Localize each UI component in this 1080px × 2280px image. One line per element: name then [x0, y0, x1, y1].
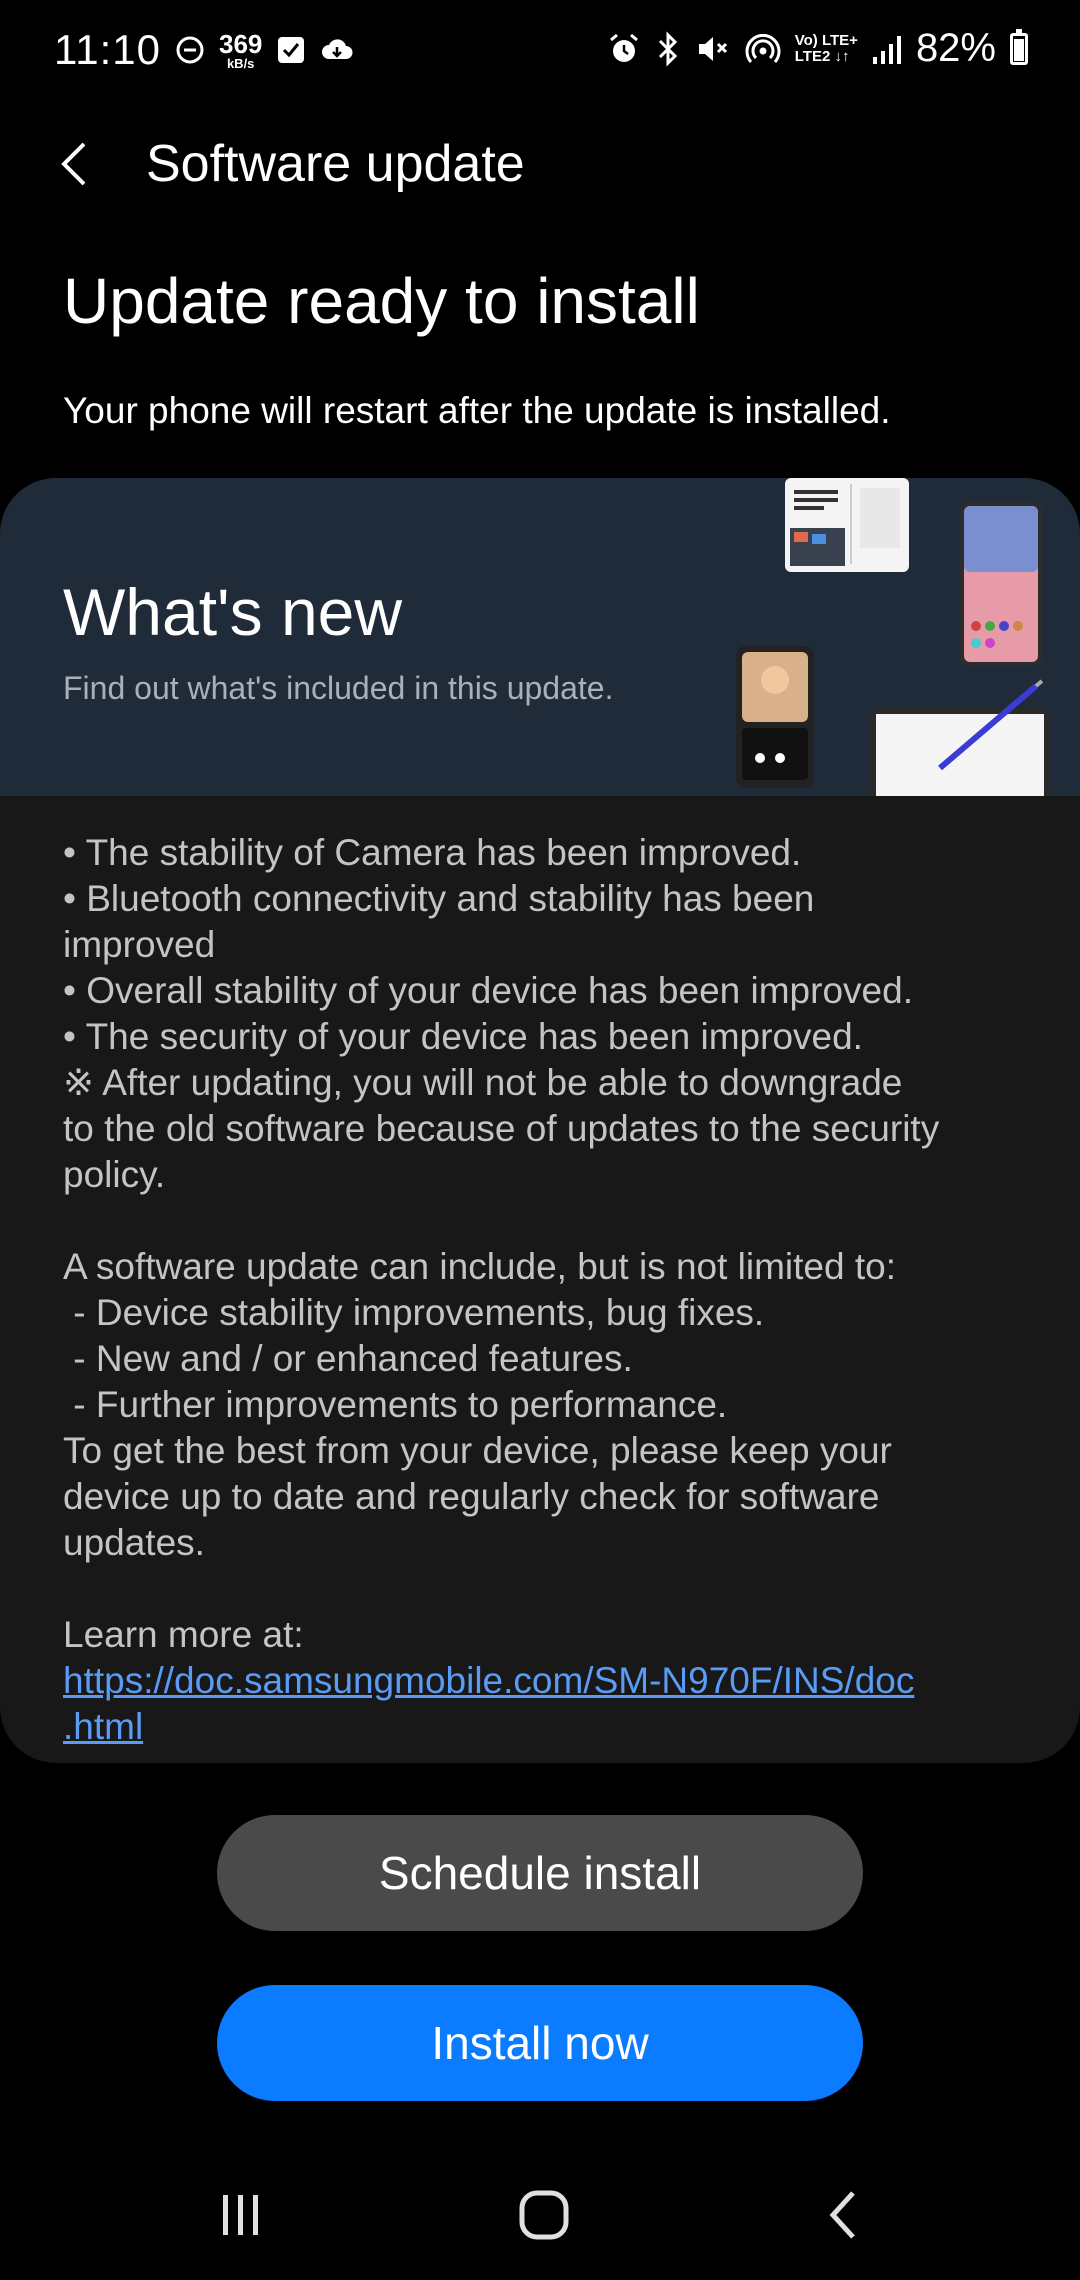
back-nav-icon[interactable] [815, 2185, 875, 2245]
learn-more-link-cont[interactable]: .html [63, 1704, 143, 1750]
restart-notice: Your phone will restart after the update… [63, 390, 891, 431]
release-notes-line: ※ After updating, you will not be able t… [63, 1062, 903, 1103]
status-right: Vo) LTE+ LTE2 ↓↑ 82% [607, 26, 1028, 71]
battery-percentage: 82% [915, 26, 996, 70]
release-notes-line: updates. [63, 1522, 205, 1563]
checkbox-icon [278, 37, 305, 63]
release-notes-line: To get the best from your device, please… [63, 1430, 892, 1471]
status-left: 11:10 369 kB/s [54, 26, 354, 74]
back-button[interactable] [50, 136, 106, 192]
release-notes-line: policy. [63, 1154, 166, 1195]
network-speed: 369 kB/s [219, 31, 262, 70]
battery-icon [1010, 28, 1028, 65]
mute-icon [698, 36, 727, 61]
release-notes-spacer [63, 1566, 1023, 1612]
status-bar: 11:10 369 kB/s Vo) LTE+ LTE2 ↓↑ 82% [0, 0, 1080, 110]
cloud-download-icon [322, 39, 353, 59]
schedule-install-button[interactable]: Schedule install [217, 1815, 863, 1931]
release-notes-line: improved [63, 924, 216, 965]
release-notes-line: to the old software because of updates t… [63, 1108, 940, 1149]
bluetooth-icon [658, 30, 677, 67]
learn-more-link[interactable]: https://doc.samsungmobile.com/SM-N970F/I… [63, 1658, 1023, 1704]
clock: 11:10 [54, 26, 161, 73]
chevron-left-icon [61, 142, 86, 186]
release-notes-line: A software update can include, but is no… [63, 1246, 896, 1287]
devices-illustration [736, 478, 1050, 796]
release-notes-line: • The stability of Camera has been impro… [63, 832, 802, 873]
page-title: Software update [146, 135, 525, 193]
hotspot-icon [745, 33, 781, 63]
navigation-bar [0, 2150, 1080, 2280]
battery-fill [1014, 39, 1024, 61]
release-notes-spacer [63, 1198, 1023, 1244]
release-notes-line: • The security of your device has been i… [63, 1016, 863, 1057]
whats-new-subtitle: Find out what's included in this update. [63, 670, 614, 706]
lte-indicator: Vo) LTE+ LTE2 ↓↑ [794, 31, 858, 65]
network-speed-unit: kB/s [226, 55, 255, 71]
lte-bottom-label: LTE2 ↓↑ [794, 47, 850, 65]
release-notes-line: - New and / or enhanced features. [63, 1338, 633, 1379]
whats-new-header: What's new Find out what's included in t… [0, 478, 1080, 796]
update-status-heading: Update ready to install [63, 265, 700, 337]
release-notes-line: Learn more at: [63, 1614, 304, 1655]
alarm-icon [609, 33, 638, 62]
do-not-disturb-icon [176, 36, 204, 64]
lte-top-label: Vo) LTE+ [794, 31, 858, 49]
install-now-button[interactable]: Install now [217, 1985, 863, 2101]
release-notes-line: device up to date and regularly check fo… [63, 1476, 880, 1517]
release-notes-line: • Bluetooth connectivity and stability h… [63, 878, 815, 919]
app-bar: Software update [0, 120, 1080, 210]
home-icon[interactable] [514, 2185, 574, 2245]
release-notes: • The stability of Camera has been impro… [63, 830, 1023, 1750]
network-speed-value: 369 [219, 28, 263, 59]
whats-new-title: What's new [63, 575, 403, 649]
recent-apps-icon[interactable] [211, 2185, 271, 2245]
whats-new-card[interactable]: What's new Find out what's included in t… [0, 478, 1080, 1763]
release-notes-lines: • The stability of Camera has been impro… [63, 830, 1023, 1658]
signal-icon [872, 35, 901, 64]
release-notes-line: - Further improvements to performance. [63, 1384, 728, 1425]
release-notes-line: • Overall stability of your device has b… [63, 970, 913, 1011]
release-notes-line: - Device stability improvements, bug fix… [63, 1292, 765, 1333]
